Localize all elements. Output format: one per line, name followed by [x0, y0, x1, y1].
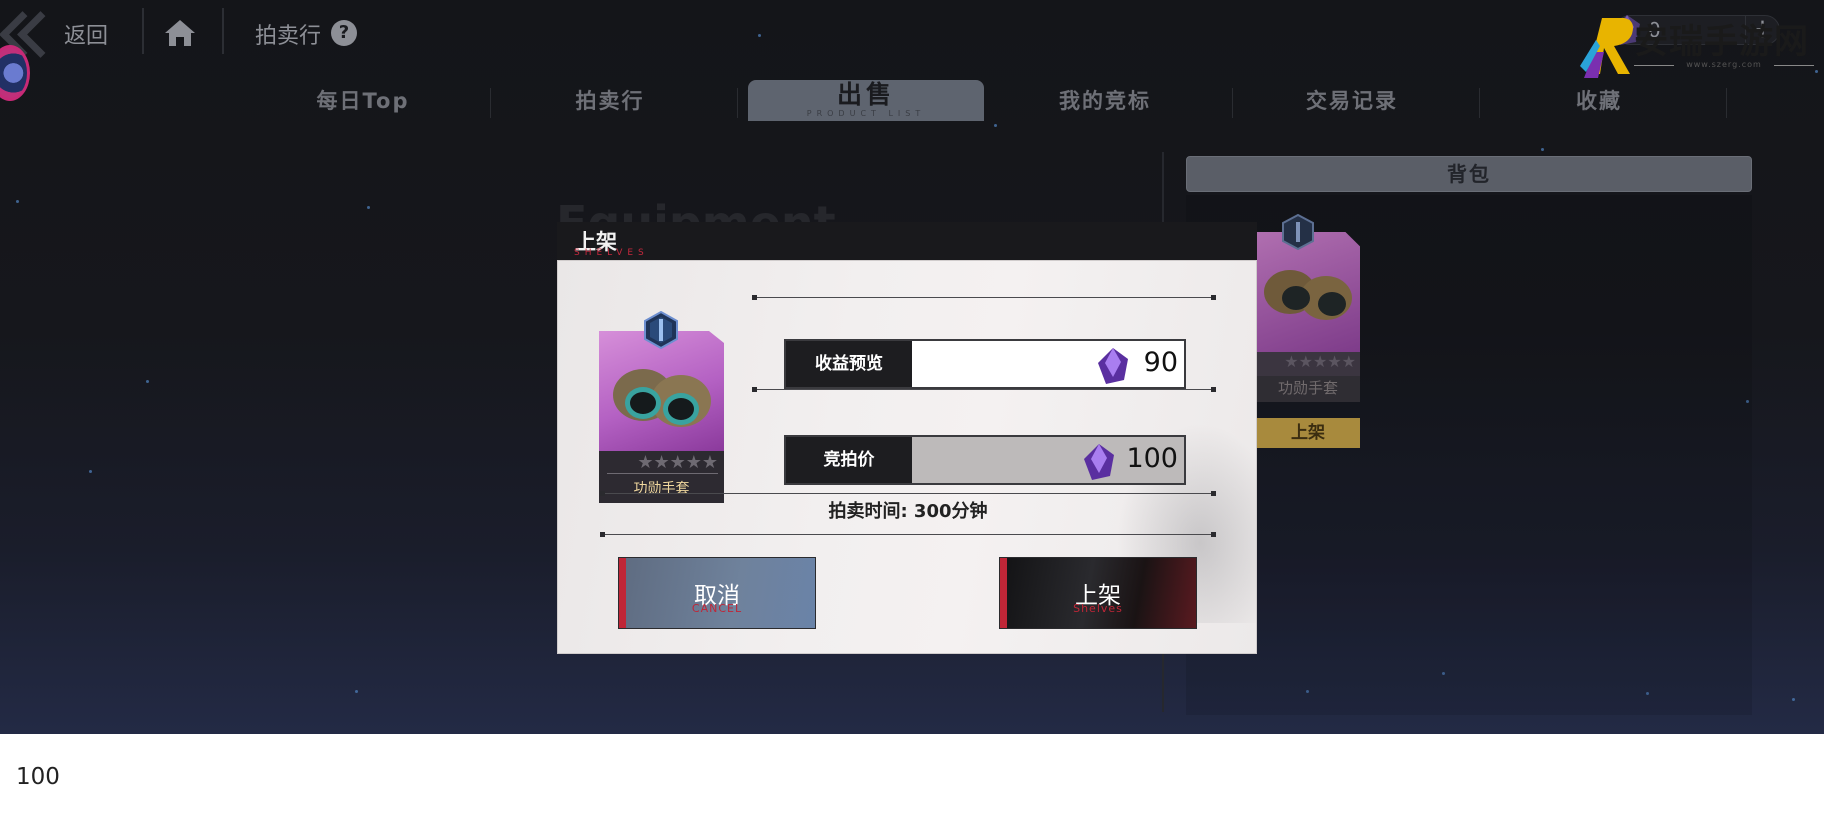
- section-title: 拍卖行: [255, 24, 322, 49]
- cancel-button-sublabel: CANCEL: [691, 602, 743, 615]
- bid-price-input[interactable]: 100: [912, 437, 1184, 483]
- revenue-preview-field: 收益预览 90: [784, 339, 1186, 389]
- item-card: ★★★★★ 功勋手套: [599, 331, 724, 503]
- tab-label: 收藏: [1576, 89, 1622, 113]
- revenue-preview-value-box: 90: [912, 341, 1184, 387]
- shelf-confirm-button[interactable]: 上架 Shelves: [999, 557, 1197, 629]
- star-rating: ★★★★★: [599, 451, 724, 477]
- divider: [737, 88, 738, 118]
- gem-icon: [1098, 348, 1128, 384]
- bag-item-card[interactable]: ★★★★★ 功勋手套 上架: [1256, 232, 1360, 448]
- tab-label: 拍卖行: [575, 89, 645, 113]
- caption-number: 100: [16, 764, 60, 790]
- star-dot: [1815, 70, 1818, 73]
- revenue-preview-label: 收益预览: [786, 341, 912, 387]
- divider: [142, 8, 144, 54]
- gem-icon: [1084, 444, 1114, 480]
- star-dot: [1792, 698, 1795, 701]
- divider: [1726, 88, 1727, 118]
- shelf-item-button[interactable]: 上架: [1256, 418, 1360, 448]
- tab-label: 每日Top: [316, 89, 410, 113]
- back-chevron-icon[interactable]: [18, 8, 42, 56]
- star-dot: [367, 206, 370, 209]
- divider: [490, 88, 491, 118]
- bag-title: 背包: [1186, 156, 1752, 192]
- bid-price-label: 竞拍价: [786, 437, 912, 483]
- star-dot: [994, 124, 997, 127]
- tab-label: 我的竞标: [1059, 89, 1151, 113]
- divider: [752, 387, 1216, 392]
- tab-trade-records[interactable]: 交易记录: [1237, 82, 1467, 120]
- dialog-header: 上架 SHELVES: [557, 222, 1257, 260]
- revenue-preview-value: 90: [1143, 347, 1178, 378]
- tab-label: 出售: [836, 80, 895, 109]
- divider: [600, 532, 1216, 537]
- shelf-button-sublabel: Shelves: [1073, 602, 1123, 615]
- top-bar: 返回 拍卖行 ? 0 +: [0, 0, 1824, 101]
- tab-daily-top[interactable]: 每日Top: [248, 82, 478, 120]
- tab-sell[interactable]: 出售 PRODUCT LIST: [748, 80, 984, 121]
- tab-favorites[interactable]: 收藏: [1484, 82, 1714, 120]
- star-dot: [146, 380, 149, 383]
- tab-sublabel: PRODUCT LIST: [806, 109, 926, 118]
- shelves-dialog: 上架 SHELVES ★★★★★ 功勋手套 收益预览 90 竞拍价 100 拍卖…: [557, 222, 1257, 654]
- rank-badge-icon: [1282, 214, 1314, 250]
- bid-price-value: 100: [1126, 443, 1178, 474]
- bid-price-field[interactable]: 竞拍价 100: [784, 435, 1186, 485]
- star-dot: [355, 690, 358, 693]
- tab-label: 交易记录: [1306, 89, 1398, 113]
- star-dot: [16, 200, 19, 203]
- dialog-body: ★★★★★ 功勋手套 收益预览 90 竞拍价 100 拍卖时间: 300分钟 取…: [557, 260, 1257, 654]
- item-name: 功勋手套: [1256, 376, 1360, 402]
- star-dot: [89, 470, 92, 473]
- site-logo-url: www.szerg.com: [1634, 60, 1814, 69]
- divider: [1479, 88, 1480, 118]
- dialog-subtitle: SHELVES: [574, 248, 649, 258]
- divider: [1232, 88, 1233, 118]
- star-rating: ★★★★★: [1256, 352, 1360, 376]
- site-logo-text: 安瑞手游网: [1634, 22, 1809, 62]
- home-icon[interactable]: [164, 18, 196, 48]
- back-button[interactable]: 返回: [64, 18, 108, 50]
- divider: [600, 491, 1216, 496]
- tab-auction-house[interactable]: 拍卖行: [495, 82, 725, 120]
- tab-my-bids[interactable]: 我的竞标: [990, 82, 1220, 120]
- gloves-image: [1256, 232, 1360, 352]
- star-dot: [1541, 148, 1544, 151]
- gloves-icon: [613, 369, 711, 427]
- footer: 100: [0, 734, 1824, 819]
- help-icon[interactable]: ?: [331, 20, 357, 46]
- gloves-icon: [1264, 270, 1352, 320]
- divider: [752, 295, 1216, 300]
- rank-badge-icon: [644, 311, 678, 349]
- gloves-image: [599, 331, 724, 451]
- auction-time: 拍卖时间: 300分钟: [828, 501, 988, 522]
- cancel-button[interactable]: 取消 CANCEL: [618, 557, 816, 629]
- divider: [222, 8, 224, 54]
